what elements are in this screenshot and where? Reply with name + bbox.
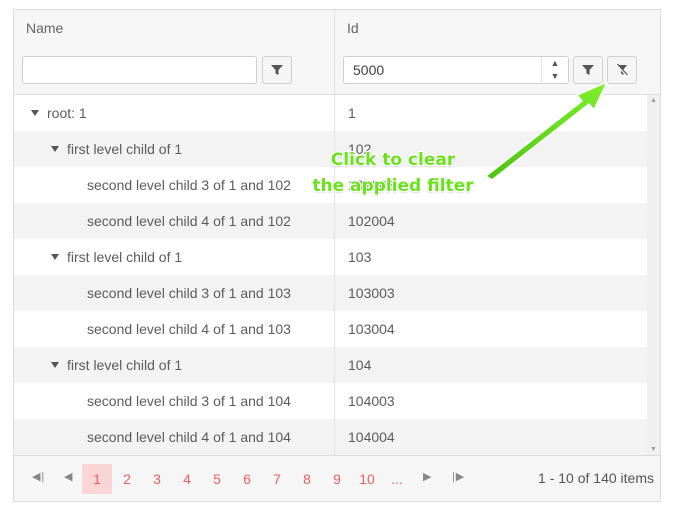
callout-text: Click to clear the applied filter: [305, 147, 481, 199]
callout-arrow-icon: [485, 81, 608, 181]
callout-line-2: the applied filter: [312, 176, 474, 196]
callout-line-1: Click to clear: [330, 150, 456, 170]
